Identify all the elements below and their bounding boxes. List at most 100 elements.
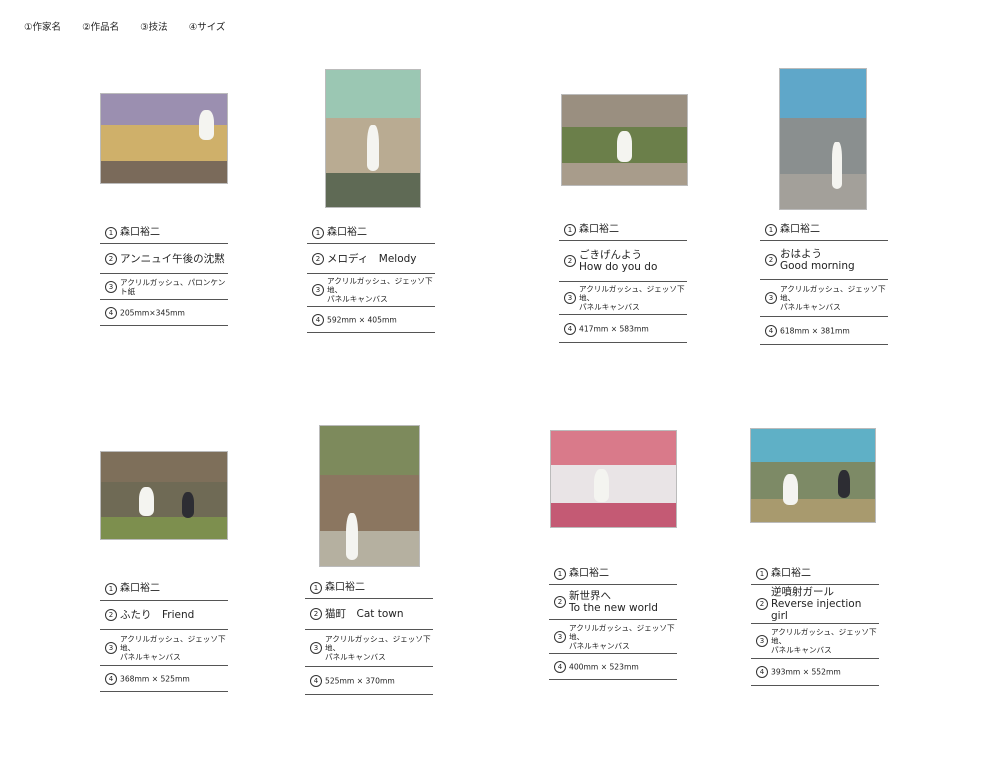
size: 618mm × 381mm <box>780 326 850 335</box>
technique: アクリルガッシュ、ジェッソ下地、 パネルキャンバス <box>780 284 886 312</box>
circled-two: 2 <box>564 255 576 267</box>
technique: アクリルガッシュ、ジェッソ下地、 パネルキャンバス <box>569 623 675 650</box>
art-band <box>751 498 875 522</box>
size: 592mm × 405mm <box>327 315 397 324</box>
artwork-image[interactable] <box>325 69 421 208</box>
artwork-caption: 1 森口裕二 2 メロディ Melody 3 アクリルガッシュ、ジェッソ下地、 パネル… <box>307 222 435 333</box>
artist-name: 森口裕二 <box>120 226 160 238</box>
circled-one: 1 <box>105 583 117 595</box>
art-band <box>326 70 420 118</box>
artist-name: 森口裕二 <box>325 581 365 593</box>
artwork-image[interactable] <box>100 93 228 184</box>
artwork-caption: 1 森口裕二 2 ふたり Friend 3 アクリルガッシュ、ジェッソ下地、 パネルキ… <box>100 578 228 692</box>
figure-shape <box>345 512 358 561</box>
circled-two: 2 <box>105 609 117 621</box>
figure-shape <box>199 110 215 141</box>
artwork-image[interactable] <box>750 428 876 523</box>
artwork-title: アンニュイ午後の沈黙 <box>120 252 225 265</box>
art-band <box>101 517 227 539</box>
circled-four: 4 <box>312 313 324 326</box>
artwork-caption: 1 森口裕二 2 新世界へ To the new world 3 アクリルガッシュ、ジ… <box>549 563 677 680</box>
technique: アクリルガッシュ、ジェッソ下地、 パネルキャンバス <box>120 634 226 661</box>
size: 417mm × 583mm <box>579 324 649 333</box>
circled-three: 3 <box>756 635 768 647</box>
artwork-caption: 1 森口裕二 2 猫町 Cat town 3 アクリルガッシュ、ジェッソ下地、 パネル… <box>305 577 433 695</box>
artwork-image[interactable] <box>779 68 867 210</box>
artwork-caption: 1 森口裕二 2 逆噴射ガール Reverse injection girl 3 アク… <box>751 563 879 686</box>
art-band <box>101 160 227 183</box>
artwork-title: 逆噴射ガール Reverse injection girl <box>771 586 862 622</box>
size: 525mm × 370mm <box>325 676 395 685</box>
artist-name: 森口裕二 <box>120 583 160 594</box>
artwork-image[interactable] <box>550 430 677 528</box>
circled-three: 3 <box>554 630 566 643</box>
artwork-image[interactable] <box>319 425 420 567</box>
figure-shape <box>837 469 851 498</box>
artist-name: 森口裕二 <box>780 223 820 235</box>
circled-four: 4 <box>105 672 117 685</box>
circled-three: 3 <box>564 292 576 304</box>
circled-four: 4 <box>310 674 322 687</box>
figure-shape <box>617 131 632 162</box>
artist-name: 森口裕二 <box>327 226 367 238</box>
art-band <box>780 174 866 209</box>
circled-four: 4 <box>105 306 117 319</box>
artist-name: 森口裕二 <box>569 567 609 579</box>
circled-one: 1 <box>554 567 566 580</box>
circled-three: 3 <box>312 284 324 296</box>
art-band <box>562 95 687 127</box>
circled-four: 4 <box>756 666 768 678</box>
legend-technique: ③技法 <box>140 22 168 33</box>
art-band <box>780 118 866 174</box>
art-band <box>562 162 687 185</box>
circled-four: 4 <box>564 322 576 335</box>
technique: アクリルガッシュ、ジェッソ下地、 パネルキャンバス <box>771 627 877 655</box>
circled-three: 3 <box>105 280 117 293</box>
art-band <box>320 531 419 566</box>
technique: アクリルガッシュ、ジェッソ下地、 パネルキャンバス <box>325 634 431 662</box>
circled-one: 1 <box>310 581 322 594</box>
size: 205mm×345mm <box>120 308 185 317</box>
artwork-title: 新世界へ To the new world <box>569 590 658 614</box>
circled-two: 2 <box>756 598 768 610</box>
circled-four: 4 <box>554 660 566 673</box>
artwork-image[interactable] <box>561 94 688 186</box>
figure-shape <box>138 486 154 517</box>
artist-name: 森口裕二 <box>579 223 619 235</box>
artwork-caption: 1 森口裕二 2 おはよう Good morning 3 アクリルガッシュ、ジェッソ下… <box>760 219 888 345</box>
art-band <box>751 429 875 462</box>
figure-shape <box>831 141 842 190</box>
art-band <box>751 461 875 499</box>
circled-one: 1 <box>564 223 576 236</box>
artwork-title: ふたり Friend <box>120 609 195 621</box>
circled-three: 3 <box>765 292 777 304</box>
legend-title: ②作品名 <box>82 22 120 33</box>
technique: アクリルガッシュ、パロンケント紙 <box>120 277 226 296</box>
figure-shape <box>783 473 799 506</box>
circled-two: 2 <box>310 608 322 620</box>
circled-two: 2 <box>105 252 117 265</box>
art-band <box>320 426 419 475</box>
technique: アクリルガッシュ、ジェッソ下地、 パネルキャンバス <box>327 276 433 304</box>
circled-two: 2 <box>554 596 566 608</box>
art-band <box>326 172 420 207</box>
circled-one: 1 <box>105 226 117 239</box>
circled-three: 3 <box>105 641 117 654</box>
size: 400mm × 523mm <box>569 662 639 671</box>
figure-shape <box>181 492 195 519</box>
circled-one: 1 <box>312 226 324 239</box>
art-band <box>551 464 676 503</box>
figure-shape <box>367 124 379 172</box>
legend-size: ④サイズ <box>188 22 226 33</box>
circled-four: 4 <box>765 324 777 337</box>
artwork-title: ごきげんよう How do you do <box>579 249 658 273</box>
circled-two: 2 <box>765 254 777 266</box>
size: 393mm × 552mm <box>771 667 841 677</box>
artwork-caption: 1 森口裕二 2 ごきげんよう How do you do 3 アクリルガッシュ、ジェ… <box>559 219 687 343</box>
art-band <box>320 475 419 531</box>
artwork-image[interactable] <box>100 451 228 540</box>
art-band <box>551 503 676 527</box>
artist-name: 森口裕二 <box>771 567 811 579</box>
artwork-title: メロディ Melody <box>327 252 417 265</box>
size: 368mm × 525mm <box>120 674 190 683</box>
